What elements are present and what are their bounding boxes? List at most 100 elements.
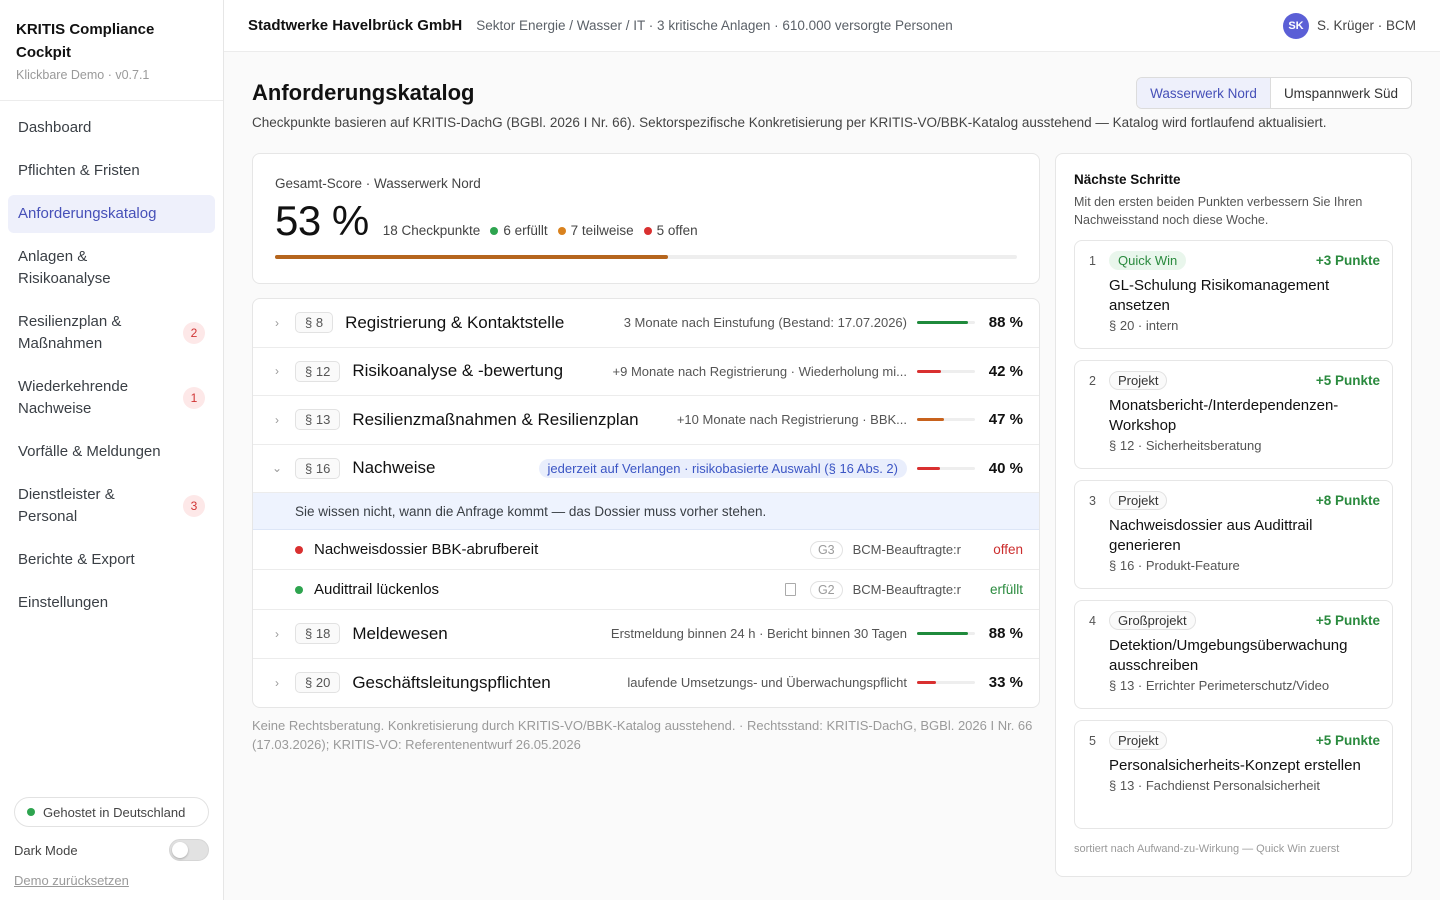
- sidebar-item-einstellungen[interactable]: Einstellungen: [8, 584, 215, 622]
- sidebar-item-pflichten[interactable]: Pflichten & Fristen: [8, 152, 215, 190]
- checkpoint-title: Nachweisdossier BBK-abrufbereit: [314, 541, 539, 558]
- sidebar-item-anforderungskatalog[interactable]: Anforderungskatalog: [8, 195, 215, 233]
- checkpoint-status: offen: [993, 542, 1023, 557]
- section-progress-fill: [917, 418, 945, 422]
- section-row[interactable]: › § 18 Meldewesen Erstmeldung binnen 24 …: [253, 610, 1039, 659]
- sidebar-item-nachweise[interactable]: Wiederkehrende Nachweise 1: [8, 368, 215, 428]
- hosting-badge: Gehostet in Deutschland: [14, 797, 209, 827]
- checkpoint-owner: BCM-Beauftragte:r: [852, 582, 961, 597]
- step-subtitle: § 13 · Fachdienst Personalsicherheit: [1109, 778, 1321, 793]
- section-row[interactable]: › § 8 Registrierung & Kontaktstelle 3 Mo…: [253, 299, 1039, 348]
- score-card: Gesamt-Score · Wasserwerk Nord 53 % 18 C…: [252, 153, 1040, 284]
- dark-mode-label: Dark Mode: [14, 842, 78, 858]
- document-icon[interactable]: [784, 583, 796, 596]
- next-step-card[interactable]: 5 Projekt +5 Punkte Personalsicherheits-…: [1074, 720, 1393, 829]
- panel-title: Nächste Schritte: [1074, 172, 1181, 187]
- site-switcher: Wasserwerk Nord Umspannwerk Süd: [1136, 77, 1412, 109]
- sidebar-item-label: Einstellungen: [18, 594, 109, 611]
- paragraph-chip: § 20: [295, 672, 341, 694]
- dark-mode-row: Dark Mode: [14, 839, 209, 861]
- sidebar-item-vorfaelle[interactable]: Vorfälle & Meldungen: [8, 433, 215, 471]
- section-progress-fill: [917, 681, 937, 685]
- sidebar-item-label: Dashboard: [18, 119, 92, 136]
- sidebar-item-label: Pflichten & Fristen: [18, 162, 140, 179]
- step-title: GL-Schulung Risikomanagement ansetzen: [1109, 277, 1330, 314]
- section-percentage: 40 %: [988, 459, 1023, 477]
- organization-name: Stadtwerke Havelbrück GmbH: [248, 17, 463, 34]
- score-label: Gesamt-Score · Wasserwerk Nord: [275, 176, 481, 191]
- sidebar-item-label: Anforderungskatalog: [18, 205, 157, 222]
- sidebar-item-dashboard[interactable]: Dashboard: [8, 109, 215, 147]
- site-tab-umspannwerk-sued[interactable]: Umspannwerk Süd: [1271, 78, 1411, 108]
- page-description: Checkpunkte basieren auf KRITIS-DachG (B…: [252, 115, 1327, 130]
- sidebar-item-label: Vorfälle & Meldungen: [18, 443, 161, 460]
- fulfilled-count: 6 erfüllt: [503, 223, 548, 238]
- next-step-card[interactable]: 4 Großprojekt +5 Punkte Detektion/Umgebu…: [1074, 600, 1393, 709]
- section-progress-bar: [917, 632, 975, 636]
- section-progress-bar: [917, 369, 975, 373]
- step-number: 2: [1089, 373, 1096, 388]
- section-row[interactable]: › § 13 Resilienzmaßnahmen & Resilienzpla…: [253, 396, 1039, 445]
- chevron-right-icon: ›: [275, 675, 279, 690]
- section-percentage: 33 %: [988, 674, 1023, 692]
- section-row-expanded[interactable]: ⌄ § 16 Nachweise jederzeit auf Verlangen…: [253, 445, 1039, 493]
- checkpoint-row[interactable]: Nachweisdossier BBK-abrufbereit G3 BCM-B…: [253, 530, 1039, 570]
- step-points: +5 Punkte: [1315, 373, 1380, 388]
- sidebar-item-anlagen[interactable]: Anlagen & Risikoanalyse: [8, 238, 215, 298]
- sidebar-item-label: Dienstleister & Personal: [18, 486, 115, 525]
- step-number: 1: [1089, 253, 1096, 268]
- sidebar: KRITIS Compliance Cockpit Klickbare Demo…: [0, 0, 224, 900]
- step-subtitle: § 16 · Produkt-Feature: [1109, 558, 1240, 573]
- score-value: 53 %: [275, 197, 369, 244]
- sidebar-item-label: Resilienzplan & Maßnahmen: [18, 313, 122, 352]
- step-title: Personalsicherheits-Konzept erstellen: [1109, 757, 1361, 774]
- site-tab-wasserwerk-nord[interactable]: Wasserwerk Nord: [1137, 78, 1271, 108]
- step-subtitle: § 13 · Errichter Perimeterschutz/Video: [1109, 678, 1330, 693]
- page-title: Anforderungskatalog: [252, 80, 475, 105]
- user-menu[interactable]: SK S. Krüger · BCM: [1282, 12, 1416, 39]
- next-step-card[interactable]: 2 Projekt +5 Punkte Monatsbericht-/Inter…: [1074, 360, 1393, 469]
- dark-mode-toggle[interactable]: [169, 839, 209, 861]
- checkpoint-title: Audittrail lückenlos: [314, 581, 440, 598]
- sidebar-item-berichte[interactable]: Berichte & Export: [8, 541, 215, 579]
- step-tag: Quick Win: [1109, 251, 1187, 270]
- paragraph-chip: § 8: [295, 312, 334, 334]
- sidebar-item-label: Berichte & Export: [18, 551, 135, 568]
- section-row[interactable]: › § 12 Risikoanalyse & -bewertung +9 Mon…: [253, 348, 1039, 396]
- score-progress-fill: [275, 255, 669, 259]
- section-title: Registrierung & Kontaktstelle: [345, 312, 565, 332]
- checkpoint-row[interactable]: Audittrail lückenlos G2 BCM-Beauftragte:…: [253, 570, 1039, 610]
- step-title: Nachweisdossier aus Audittrail generiere…: [1109, 517, 1313, 554]
- fulfilled-status-dot-icon: [295, 585, 303, 594]
- section-meta: laufende Umsetzungs- und Überwachungspfl…: [627, 675, 907, 691]
- section-percentage: 88 %: [988, 314, 1023, 332]
- partial-dot-icon: [557, 226, 566, 235]
- step-subtitle: § 20 · intern: [1109, 318, 1179, 333]
- paragraph-chip: § 18: [295, 623, 341, 645]
- section-meta: +9 Monate nach Registrierung · Wiederhol…: [612, 363, 907, 379]
- section-row[interactable]: › § 20 Geschäftsleitungspflichten laufen…: [253, 659, 1039, 708]
- grade-chip: G2: [809, 580, 843, 599]
- next-step-card[interactable]: 3 Projekt +8 Punkte Nachweisdossier aus …: [1074, 480, 1393, 589]
- step-title: Monatsbericht-/Interdependenzen-Workshop: [1109, 397, 1339, 434]
- sidebar-footer: Gehostet in Deutschland Dark Mode Demo z…: [14, 797, 209, 888]
- sidebar-item-resilienzplan[interactable]: Resilienzplan & Maßnahmen 2: [8, 303, 215, 363]
- open-status-dot-icon: [295, 545, 303, 554]
- topbar: Stadtwerke Havelbrück GmbH Sektor Energi…: [224, 0, 1440, 52]
- brand-title: KRITIS Compliance Cockpit: [16, 21, 155, 61]
- paragraph-chip: § 13: [295, 409, 341, 431]
- sidebar-item-dienstleister[interactable]: Dienstleister & Personal 3: [8, 476, 215, 536]
- count-badge: 3: [183, 495, 205, 517]
- brand: KRITIS Compliance Cockpit Klickbare Demo…: [0, 0, 223, 101]
- section-progress-bar: [917, 681, 975, 685]
- sidebar-item-label: Anlagen & Risikoanalyse: [18, 248, 111, 287]
- section-title: Geschäftsleitungspflichten: [352, 672, 551, 692]
- user-name: S. Krüger · BCM: [1316, 18, 1416, 33]
- step-points: +5 Punkte: [1315, 733, 1380, 748]
- next-step-card[interactable]: 1 Quick Win +3 Punkte GL-Schulung Risiko…: [1074, 240, 1393, 349]
- reset-demo-link[interactable]: Demo zurücksetzen: [14, 873, 209, 888]
- score-progress-bar: [275, 255, 1017, 259]
- section-progress-bar: [917, 321, 975, 325]
- section-title: Meldewesen: [352, 623, 448, 643]
- grade-chip: G3: [809, 540, 843, 559]
